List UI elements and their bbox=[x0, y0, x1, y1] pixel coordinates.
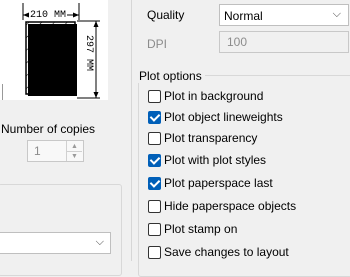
option-label: Plot object lineweights bbox=[164, 110, 283, 124]
quality-value: Normal bbox=[224, 9, 263, 23]
copies-spinner[interactable]: 1 ▲ ▼ bbox=[27, 140, 84, 162]
checkbox[interactable] bbox=[148, 222, 161, 236]
plot-transparency-option[interactable]: Plot transparency bbox=[148, 130, 257, 146]
dpi-label: DPI bbox=[147, 37, 168, 51]
spinner-down-icon[interactable]: ▼ bbox=[67, 151, 82, 161]
plot-object-lineweights-option[interactable]: Plot object lineweights bbox=[148, 109, 283, 125]
plot-in-background-option[interactable]: Plot in background bbox=[148, 88, 263, 104]
left-dropdown[interactable]: ⌵ bbox=[0, 232, 111, 254]
paper-preview: 210 MM 297 MM bbox=[0, 0, 108, 100]
checkbox[interactable] bbox=[148, 110, 161, 124]
chevron-down-icon: ⌵ bbox=[95, 236, 104, 248]
dpi-value: 100 bbox=[227, 35, 248, 49]
checkbox[interactable] bbox=[148, 131, 161, 145]
quality-label: Quality bbox=[147, 8, 185, 22]
preview-edge bbox=[0, 84, 3, 100]
panel-divider bbox=[131, 0, 132, 261]
copies-value[interactable]: 1 bbox=[34, 144, 41, 158]
plot-options-title: Plot options bbox=[136, 69, 205, 83]
checkbox[interactable] bbox=[148, 199, 161, 213]
checkbox[interactable] bbox=[148, 89, 161, 103]
dpi-field: 100 bbox=[219, 31, 349, 53]
checkbox[interactable] bbox=[148, 245, 161, 259]
plot-stamp-on-option[interactable]: Plot stamp on bbox=[148, 221, 237, 237]
quality-select[interactable]: Normal ⌵ bbox=[219, 4, 349, 26]
left-group-box bbox=[0, 184, 122, 276]
paper-width-label: 210 MM bbox=[29, 10, 68, 21]
chevron-down-icon: ⌵ bbox=[332, 8, 341, 20]
save-changes-to-layout-option[interactable]: Save changes to layout bbox=[148, 244, 289, 260]
checkbox[interactable] bbox=[148, 176, 161, 190]
option-label: Plot stamp on bbox=[164, 222, 238, 236]
option-label: Plot paperspace last bbox=[164, 176, 273, 190]
option-label: Plot with plot styles bbox=[164, 153, 267, 167]
checkbox[interactable] bbox=[148, 153, 161, 167]
spinner-buttons: ▲ ▼ bbox=[66, 141, 83, 161]
plot-with-plot-styles-option[interactable]: Plot with plot styles bbox=[148, 152, 266, 168]
plot-paperspace-last-option[interactable]: Plot paperspace last bbox=[148, 175, 273, 191]
option-label: Hide paperspace objects bbox=[164, 199, 297, 213]
hide-paperspace-objects-option[interactable]: Hide paperspace objects bbox=[148, 198, 296, 214]
option-label: Save changes to layout bbox=[164, 245, 289, 259]
option-label: Plot in background bbox=[164, 89, 264, 103]
option-label: Plot transparency bbox=[164, 131, 258, 145]
number-of-copies-label: Number of copies bbox=[1, 122, 96, 136]
paper-height-label: 297 MM bbox=[83, 34, 94, 73]
